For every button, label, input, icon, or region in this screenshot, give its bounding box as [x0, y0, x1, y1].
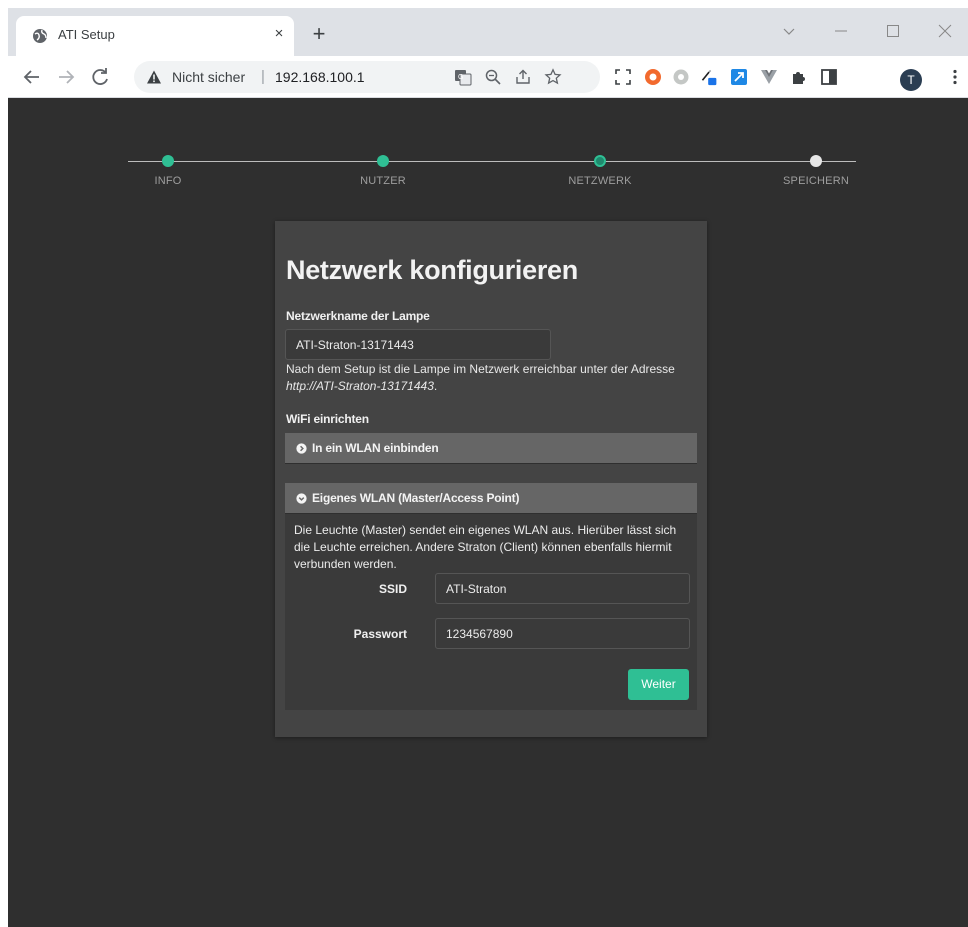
bookmark-star-icon[interactable]: [544, 68, 562, 86]
warning-icon[interactable]: [146, 69, 162, 85]
next-button[interactable]: Weiter: [628, 669, 689, 700]
accordion-master-title: Eigenes WLAN (Master/Access Point): [312, 491, 520, 505]
zoom-icon[interactable]: [484, 68, 502, 86]
step-dot-netzwerk: [594, 155, 606, 167]
stepper-line: [128, 161, 856, 162]
kebab-menu-icon[interactable]: [946, 68, 964, 86]
step-label-info: INFO: [154, 175, 182, 187]
accordion-join-wlan[interactable]: In ein WLAN einbinden: [285, 433, 697, 464]
globe-icon: [33, 29, 47, 43]
url-text[interactable]: 192.168.100.1: [275, 69, 365, 85]
network-name-input[interactable]: [285, 329, 551, 360]
chevron-down-circle-icon: [296, 493, 307, 504]
reload-icon[interactable]: [88, 65, 112, 89]
master-description: Die Leuchte (Master) sendet ein eigenes …: [294, 523, 677, 571]
browser-tab[interactable]: ATI Setup ×: [16, 16, 294, 56]
translate-icon[interactable]: G: [454, 68, 472, 86]
browser-toolbar: Nicht sicher | 192.168.100.1 G: [8, 56, 968, 98]
step-dot-speichern: [810, 155, 822, 167]
network-config-card: Netzwerk konfigurieren Netzwerkname der …: [275, 221, 707, 737]
wifi-section-label: WiFi einrichten: [286, 412, 369, 426]
step-label-nutzer: NUTZER: [360, 175, 406, 187]
network-name-label: Netzwerkname der Lampe: [286, 309, 430, 323]
side-panel-icon[interactable]: [820, 68, 838, 86]
help-text-prefix: Nach dem Setup ist die Lampe im Netzwerk…: [286, 362, 675, 376]
profile-avatar[interactable]: T: [900, 69, 922, 91]
accordion-join-title: In ein WLAN einbinden: [312, 441, 439, 455]
accordion-master-ap[interactable]: Eigenes WLAN (Master/Access Point): [285, 483, 697, 514]
step-dot-info: [162, 155, 174, 167]
expand-extension-icon[interactable]: [730, 68, 748, 86]
ssid-input[interactable]: [435, 573, 690, 604]
vue-extension-icon[interactable]: [760, 68, 778, 86]
tab-strip: ATI Setup × +: [8, 8, 968, 56]
color-picker-extension-icon[interactable]: [700, 68, 718, 86]
url-separator: |: [261, 68, 265, 85]
address-help-text: Nach dem Setup ist die Lampe im Netzwerk…: [286, 361, 686, 395]
page-viewport: INFO NUTZER NETZWERK SPEICHERN Netzwerk …: [8, 99, 968, 927]
accordion-master-body: Die Leuchte (Master) sendet ein eigenes …: [285, 514, 697, 710]
ssid-label: SSID: [378, 582, 407, 596]
maximize-icon[interactable]: [870, 16, 916, 46]
tab-title: ATI Setup: [58, 27, 115, 42]
minimize-icon[interactable]: [818, 16, 864, 46]
grey-extension-icon[interactable]: [672, 68, 690, 86]
step-dot-nutzer: [377, 155, 389, 167]
tab-close-icon[interactable]: ×: [270, 25, 288, 43]
password-input[interactable]: [435, 618, 690, 649]
page-title: Netzwerk konfigurieren: [286, 255, 578, 285]
step-label-netzwerk: NETZWERK: [568, 175, 632, 187]
new-tab-button[interactable]: +: [308, 23, 330, 46]
tab-search-icon[interactable]: [766, 16, 812, 46]
browser-window: ATI Setup × + Nicht sicher | 192.168.100…: [8, 8, 968, 927]
step-label-speichern: SPEICHERN: [783, 175, 849, 187]
security-label[interactable]: Nicht sicher: [172, 69, 245, 85]
forward-arrow-icon[interactable]: [54, 65, 78, 89]
orange-extension-icon[interactable]: [644, 68, 662, 86]
screenshot-extension-icon[interactable]: [614, 68, 632, 86]
address-bar[interactable]: Nicht sicher | 192.168.100.1 G: [134, 61, 600, 93]
password-label: Passwort: [353, 627, 407, 641]
puzzle-extensions-icon[interactable]: [790, 68, 808, 86]
close-window-icon[interactable]: [922, 16, 968, 46]
share-icon[interactable]: [514, 68, 532, 86]
chevron-right-circle-icon: [296, 443, 307, 454]
svg-text:G: G: [458, 74, 463, 81]
back-arrow-icon[interactable]: [20, 65, 44, 89]
help-text-suffix: .: [433, 379, 438, 393]
help-address: http://ATI-Straton-13171443: [286, 379, 434, 393]
